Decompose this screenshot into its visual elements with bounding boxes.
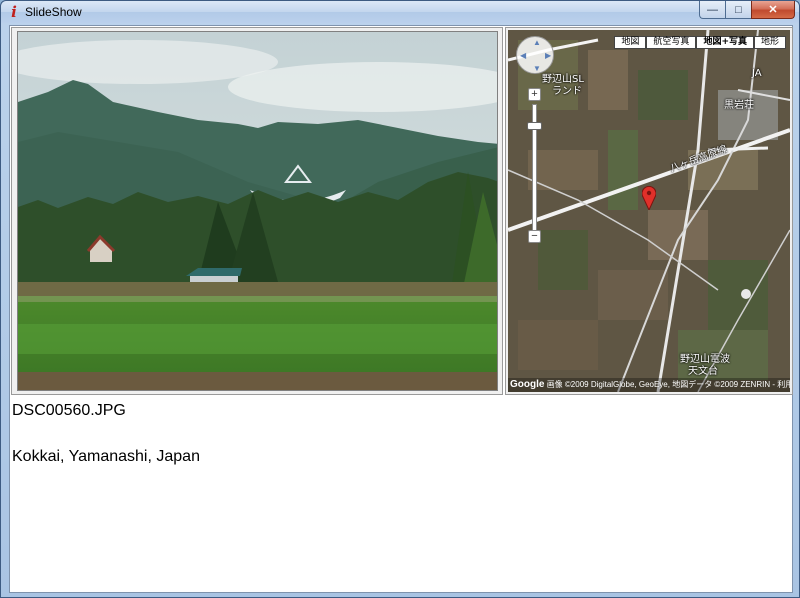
map-label-hotel: 黒岩荘 xyxy=(724,100,754,111)
map-type-terrain[interactable]: 地形 xyxy=(753,36,786,49)
map-type-satellite[interactable]: 航空写真 xyxy=(646,36,697,49)
map-label-station2: ランド xyxy=(552,86,582,97)
map-view[interactable]: ▲ ▼ ◀ ▶ + − 地図 航空写真 地図+写真 地形 野辺山SL ランド 黒… xyxy=(508,30,790,392)
map-type-map[interactable]: 地図 xyxy=(614,36,647,49)
zoom-slider-thumb[interactable] xyxy=(527,122,542,130)
info-panel: DSC00560.JPG Kokkai, Yamanashi, Japan xyxy=(11,398,792,592)
google-logo: Google xyxy=(510,379,545,390)
map-copyright[interactable]: 画像 ©2009 DigitalGlobe, GeoEye, 地図データ ©20… xyxy=(547,380,790,389)
map-footer: Google 画像 ©2009 DigitalGlobe, GeoEye, 地図… xyxy=(508,378,790,392)
photo-panel xyxy=(11,27,503,395)
marker-icon[interactable] xyxy=(641,185,657,215)
close-button[interactable]: ✕ xyxy=(751,1,795,19)
photo-image xyxy=(18,32,497,390)
map-type-hybrid[interactable]: 地図+写真 xyxy=(696,36,754,49)
window-title: SlideShow xyxy=(25,5,82,19)
app-icon: i xyxy=(11,3,17,21)
map-panel: ▲ ▼ ◀ ▶ + − 地図 航空写真 地図+写真 地形 野辺山SL ランド 黒… xyxy=(505,27,793,395)
pan-control-icon[interactable]: ▲ ▼ ◀ ▶ xyxy=(516,36,554,74)
slideshow-window: i SlideShow — □ ✕ ▲ ▼ ◀ ▶ + − 地図 航空写真 地図… xyxy=(0,0,800,598)
photo-filename: DSC00560.JPG xyxy=(12,402,126,419)
maximize-button[interactable]: □ xyxy=(725,1,751,19)
caption-buttons: — □ ✕ xyxy=(699,1,795,19)
map-type-bar: 地図 航空写真 地図+写真 地形 xyxy=(614,36,786,49)
zoom-out-button[interactable]: − xyxy=(528,230,541,243)
minimize-button[interactable]: — xyxy=(699,1,725,19)
title-bar[interactable]: i SlideShow — □ ✕ xyxy=(1,1,799,23)
map-label-ja: JA xyxy=(752,68,762,79)
map-label-observatory-2: 天文台 xyxy=(688,366,718,377)
slide-photo[interactable] xyxy=(17,31,498,391)
client-area: ▲ ▼ ◀ ▶ + − 地図 航空写真 地図+写真 地形 野辺山SL ランド 黒… xyxy=(9,25,793,593)
zoom-in-button[interactable]: + xyxy=(528,88,541,101)
photo-location: Kokkai, Yamanashi, Japan xyxy=(12,448,200,465)
